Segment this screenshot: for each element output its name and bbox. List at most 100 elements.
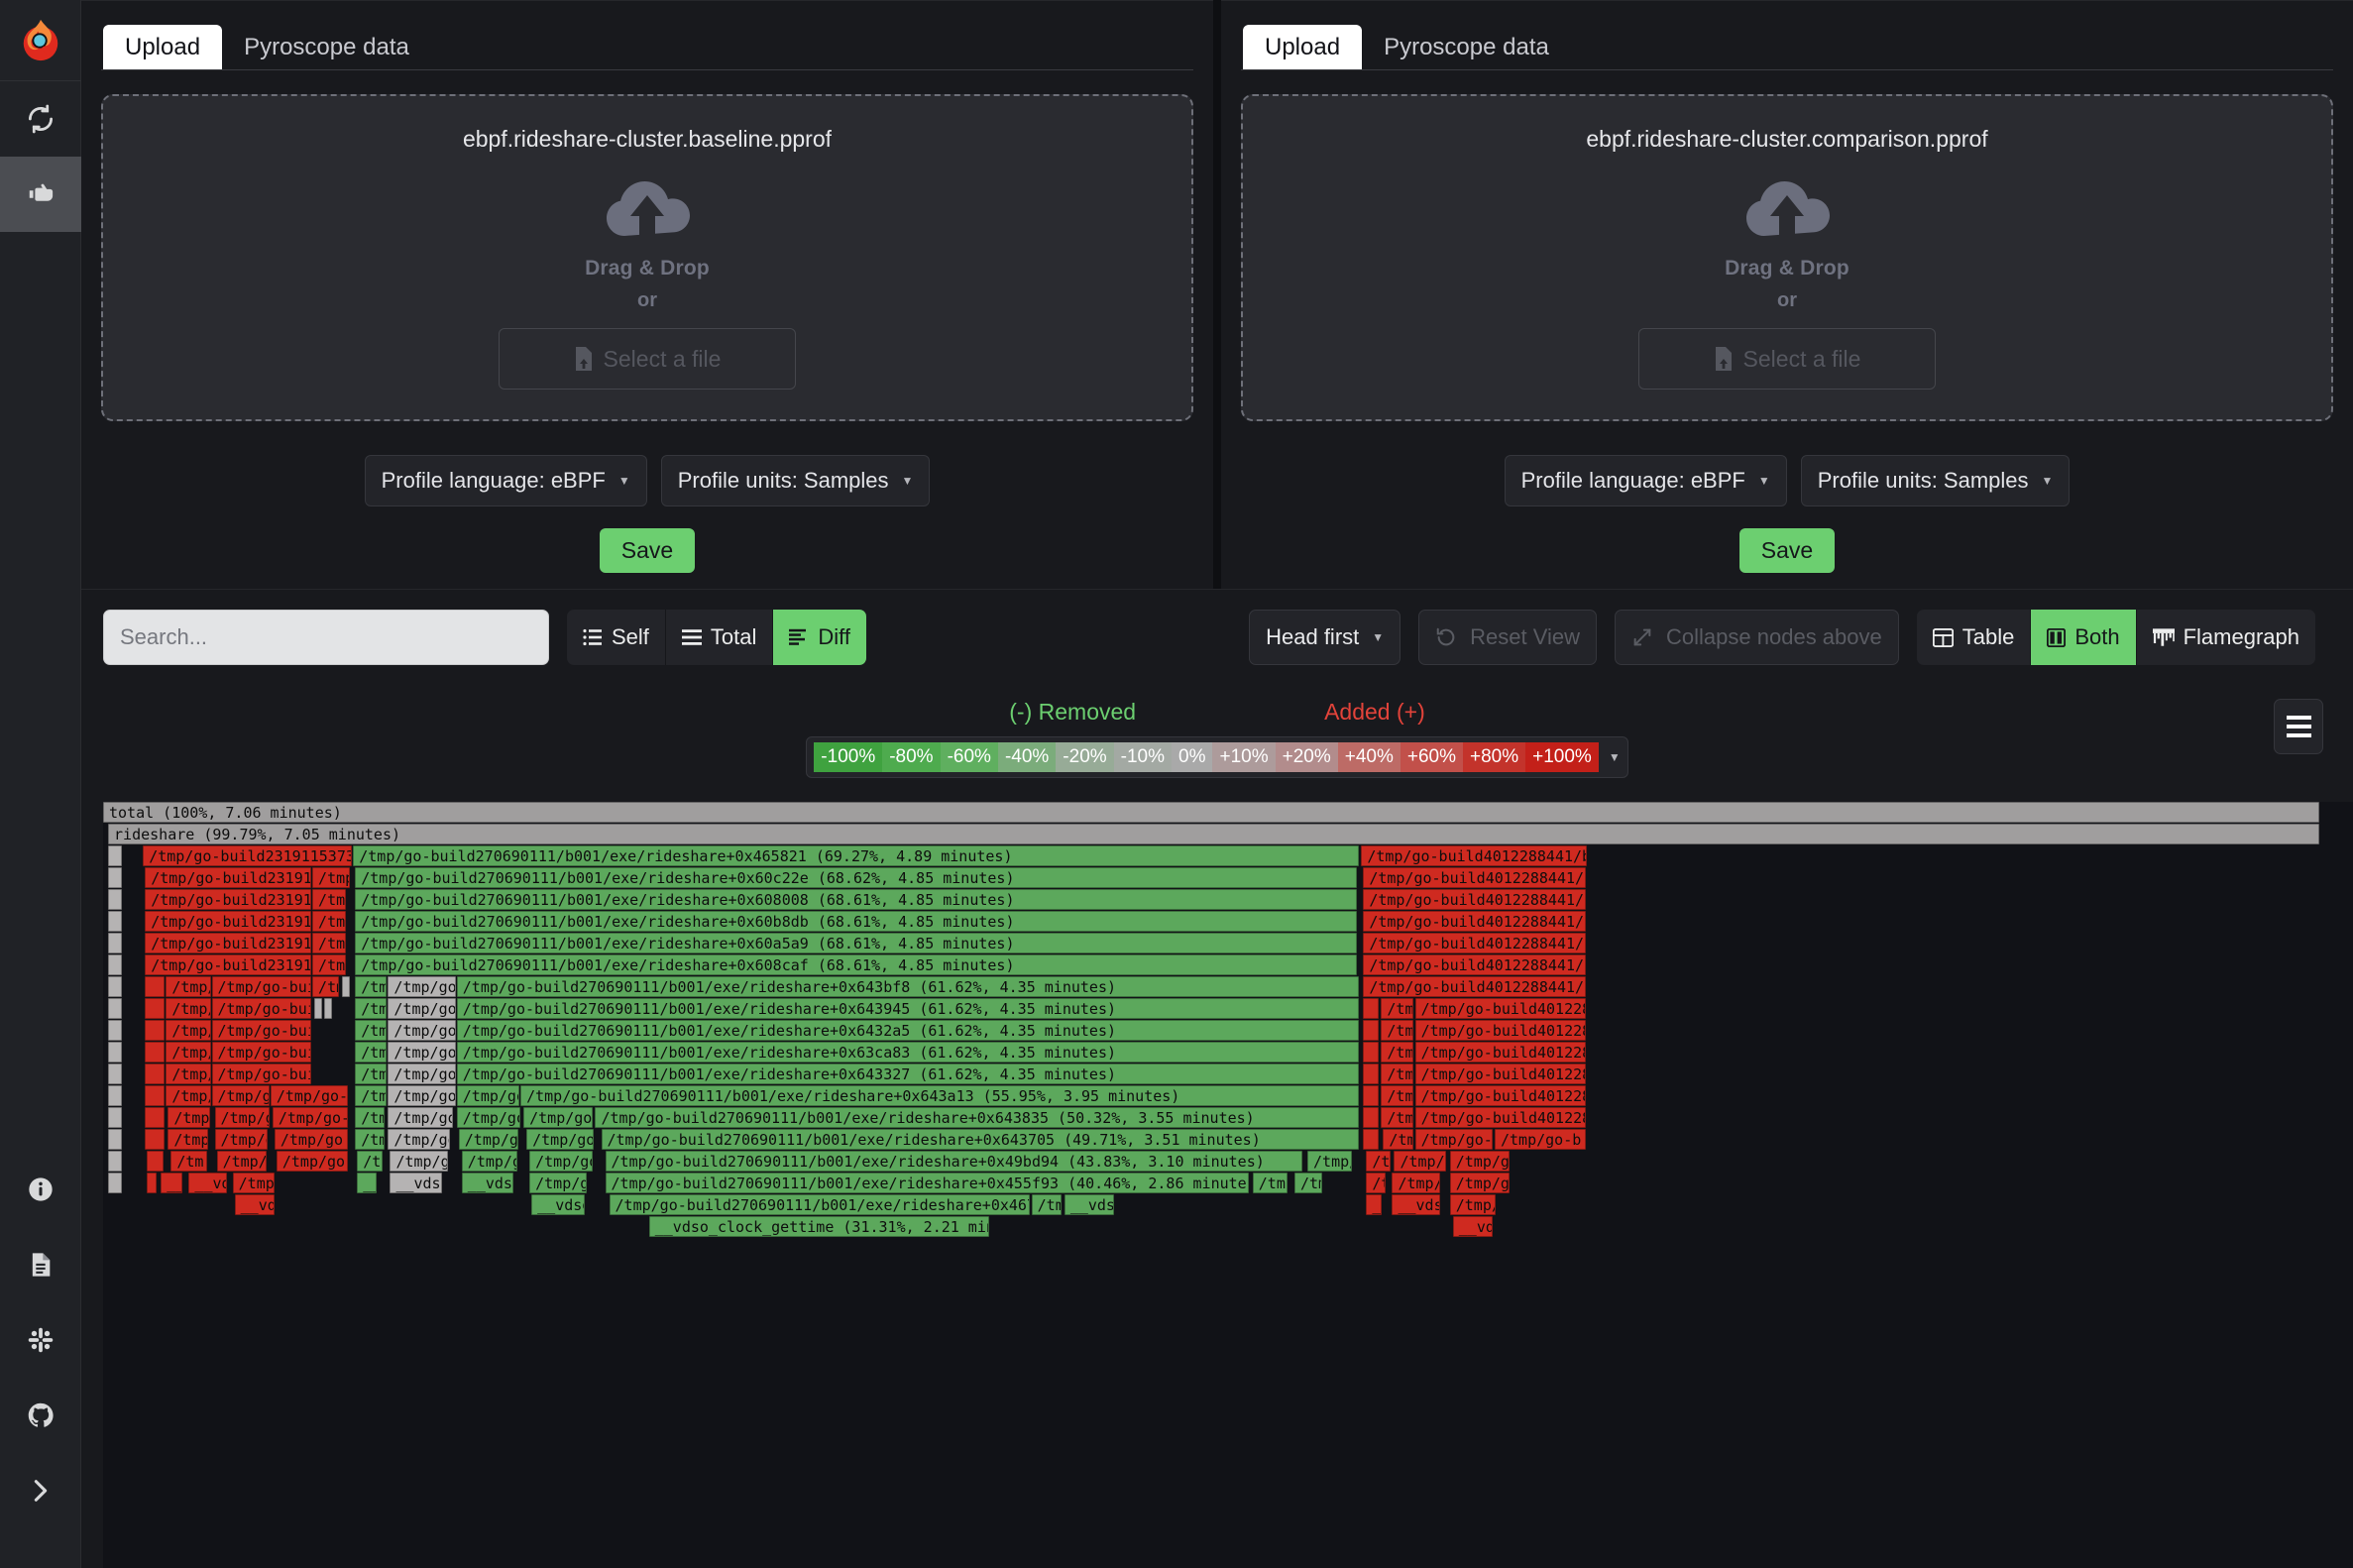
flamegraph-frame[interactable]: rideshare (99.79%, 7.05 minutes): [108, 824, 2320, 844]
flamegraph-frame[interactable]: /tmp/go-bu: [388, 1020, 456, 1041]
sidebar-item-docs[interactable]: [0, 1227, 81, 1302]
flamegraph-frame[interactable]: /tmp/go-build2319: [211, 976, 312, 997]
tab-upload-baseline[interactable]: Upload: [103, 24, 223, 69]
flamegraph-frame[interactable]: /tmp/go: [461, 1151, 518, 1172]
flamegraph-frame[interactable]: /tmp/go-: [272, 1107, 349, 1128]
flamegraph-frame[interactable]: /tmp/go-build270690111/b001/exe/rideshar…: [456, 1020, 1360, 1041]
flamegraph-frame[interactable]: /tmp: [1381, 1020, 1413, 1041]
flamegraph-frame[interactable]: /tmp/: [216, 1151, 267, 1172]
flamegraph-frame[interactable]: /tmp/go-build2319: [211, 1020, 312, 1041]
comparison-profile-units-select[interactable]: Profile units: Samples ▼: [1800, 455, 2071, 506]
flamegraph-frame[interactable]: [342, 976, 351, 997]
flamegraph-frame[interactable]: /tmp/go-build270690111/b001/exe/rideshar…: [609, 1194, 1030, 1215]
flamegraph-frame[interactable]: /tmp/go-build401228: [1414, 1020, 1587, 1041]
sidebar-item-expand[interactable]: [0, 1453, 81, 1528]
flamegraph-frame[interactable]: /tmp: [355, 1064, 388, 1084]
flamegraph-frame[interactable]: /tm: [170, 1151, 207, 1172]
flamegraph-frame[interactable]: /tmp/go-: [1449, 1151, 1511, 1172]
flamegraph-frame[interactable]: /tmp/go-build401228: [1414, 1107, 1587, 1128]
flamegraph-frame[interactable]: /tmp/go-build270690111/b001/exe/rideshar…: [520, 1085, 1360, 1106]
flamegraph-frame[interactable]: /tmp/go-build4012288441/b0: [1363, 911, 1587, 932]
flamegraph-frame[interactable]: [324, 998, 333, 1019]
flamegraph-frame[interactable]: /tmp/go-build401228: [1414, 998, 1587, 1019]
flamegraph-frame[interactable]: [108, 1129, 123, 1150]
flamegraph-frame[interactable]: [1363, 1020, 1380, 1041]
flamegraph-frame[interactable]: /tmp/go-bu: [388, 1064, 456, 1084]
flamegraph-frame[interactable]: /tmp/go-build270690111/b001/exe/rideshar…: [595, 1107, 1360, 1128]
comparison-select-file-button[interactable]: Select a file: [1638, 328, 1936, 390]
flamegraph-frame[interactable]: /tmp: [312, 954, 347, 975]
flamegraph-frame[interactable]: /tmp/go: [274, 1129, 349, 1150]
flamegraph-frame[interactable]: /tmp/go-build270690111/b001/exe/rideshar…: [355, 889, 1358, 910]
flamegraph-frame[interactable]: [145, 1020, 166, 1041]
flamegraph-frame[interactable]: total (100%, 7.06 minutes): [103, 802, 2320, 823]
flamegraph-frame[interactable]: /tmp/g: [1252, 1173, 1288, 1193]
comparison-dropzone[interactable]: ebpf.rideshare-cluster.comparison.pprof …: [1241, 94, 2333, 421]
flamegraph-frame[interactable]: __vds: [188, 1173, 227, 1193]
flamegraph-frame[interactable]: /tmp: [1381, 998, 1413, 1019]
flamegraph-frame[interactable]: /tmp/go-bu: [456, 1107, 521, 1128]
flamegraph-frame[interactable]: [145, 976, 166, 997]
flamegraph-frame[interactable]: /tmp/go-build4012288441/b00: [1361, 845, 1588, 866]
flamegraph-frame[interactable]: [145, 1085, 166, 1106]
flamegraph-frame[interactable]: /tmp/go-build4012288441/b0: [1363, 867, 1587, 888]
flamegraph-frame[interactable]: /tmp/go-build2319115373/b: [145, 954, 312, 975]
flamegraph-frame[interactable]: /tmp: [312, 889, 347, 910]
flamegraph-frame[interactable]: /tmp: [355, 1020, 388, 1041]
flamegraph-frame[interactable]: [108, 1020, 123, 1041]
flamegraph-frame[interactable]: /tmp/: [232, 1173, 275, 1193]
flamegraph-frame[interactable]: /tmp/go-: [388, 1107, 453, 1128]
flamegraph-frame[interactable]: [145, 998, 166, 1019]
flamegraph-frame[interactable]: [108, 933, 123, 953]
flamegraph-frame[interactable]: /tmp/go-b: [1494, 1129, 1587, 1150]
flamegraph-frame[interactable]: [145, 1129, 166, 1150]
baseline-dropzone[interactable]: ebpf.rideshare-cluster.baseline.pprof Dr…: [101, 94, 1193, 421]
flamegraph-frame[interactable]: /tmp/go-: [388, 1129, 450, 1150]
flamegraph-frame[interactable]: __vdso_clock_gettime (31.31%, 2.21 minut…: [648, 1216, 990, 1237]
reset-view-button[interactable]: Reset View: [1418, 610, 1598, 665]
flamegraph-frame[interactable]: [147, 1151, 165, 1172]
flamegraph-frame[interactable]: /tmp: [355, 1085, 388, 1106]
flamegraph-frame[interactable]: __: [1366, 1194, 1383, 1215]
flamegraph-frame[interactable]: /tmp: [355, 998, 388, 1019]
flamegraph-frame[interactable]: __v: [357, 1173, 378, 1193]
flamegraph-frame[interactable]: /tmp/go-: [211, 1085, 270, 1106]
flamegraph-frame[interactable]: /tmp/g: [390, 1151, 448, 1172]
flamegraph-frame[interactable]: /tmp/go-build270690111/b001/exe/rideshar…: [456, 998, 1360, 1019]
flamegraph-frame[interactable]: [1363, 1064, 1380, 1084]
flamegraph-frame[interactable]: /tmp/go-build270690111/b001/exe/rideshar…: [456, 1064, 1360, 1084]
flamegraph-frame[interactable]: /tmp/go-build270690111/b001/exe/rideshar…: [355, 954, 1358, 975]
sort-order-select[interactable]: Head first ▼: [1249, 610, 1401, 665]
flamegraph-frame[interactable]: /tmp: [1381, 1107, 1413, 1128]
flamegraph-frame[interactable]: /tmp/go-bui: [523, 1107, 594, 1128]
flamegraph-frame[interactable]: /tmp/g: [1392, 1173, 1440, 1193]
flamegraph-frame[interactable]: /tmp/go-build2319115373/b: [145, 911, 312, 932]
baseline-save-button[interactable]: Save: [599, 528, 696, 573]
flamegraph-frame[interactable]: /tmp/go: [214, 1107, 270, 1128]
flamegraph-frame[interactable]: [1363, 1085, 1380, 1106]
flamegraph-frame[interactable]: /tmp: [1381, 1042, 1413, 1063]
flamegraph-frame[interactable]: /tmp/go-bu: [388, 998, 456, 1019]
comparison-profile-language-select[interactable]: Profile language: eBPF ▼: [1504, 455, 1787, 506]
total-mode-button[interactable]: Total: [665, 610, 774, 665]
flamegraph-frame[interactable]: [145, 1042, 166, 1063]
flamegraph-frame[interactable]: /tmp/go-build401228: [1414, 1064, 1587, 1084]
flamegraph-frame[interactable]: /tmp/go-build401228: [1414, 1085, 1587, 1106]
flamegraph-frame[interactable]: /tmp/go-b: [529, 1151, 594, 1172]
flamegraph-frame[interactable]: /tmp/g: [1449, 1194, 1496, 1215]
flamegraph-frame[interactable]: [147, 1173, 158, 1193]
flamegraph-frame[interactable]: /tmp: [1381, 1085, 1413, 1106]
app-logo[interactable]: [0, 0, 81, 81]
flamegraph-frame[interactable]: /tmp/go-build270690111/b001/exe/rideshar…: [456, 976, 1360, 997]
flamegraph-frame[interactable]: [108, 889, 123, 910]
flamegraph-frame[interactable]: /tmp/go-build2319: [211, 998, 312, 1019]
flamegraph-frame[interactable]: /tmp/go: [276, 1151, 349, 1172]
flamegraph-menu-button[interactable]: [2274, 699, 2323, 754]
flamegraph-frame[interactable]: /t: [1366, 1173, 1387, 1193]
sidebar-item-info[interactable]: [0, 1152, 81, 1227]
flamegraph-frame[interactable]: [108, 976, 123, 997]
diff-color-scale[interactable]: -100% -80% -60% -40% -20% -10% 0% +10% +…: [806, 736, 1628, 778]
flamegraph-frame[interactable]: /tmp/go-bu: [526, 1129, 595, 1150]
flamegraph-frame[interactable]: /tmp: [1381, 1064, 1413, 1084]
chevron-down-icon[interactable]: ▼: [1599, 750, 1621, 764]
